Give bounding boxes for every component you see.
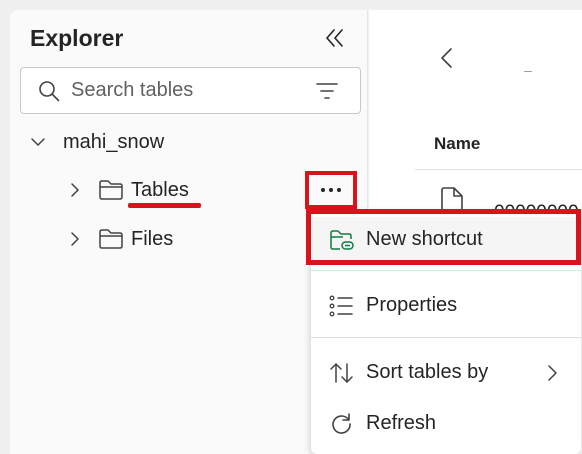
menu-item-label: Sort tables by (366, 360, 489, 383)
annotation-underline (128, 203, 201, 208)
collapse-panel-button[interactable] (323, 26, 347, 50)
context-menu: New shortcut Properties Sort tables by R… (311, 211, 581, 454)
more-options-button[interactable] (305, 171, 357, 209)
more-horizontal-icon (321, 188, 341, 192)
menu-item-refresh[interactable]: Refresh (311, 401, 581, 445)
column-header-name[interactable]: Name (434, 134, 480, 154)
folder-shortcut-icon (330, 230, 354, 250)
tree-item-label: Files (131, 227, 174, 250)
folder-icon (99, 229, 123, 249)
search-box[interactable] (20, 67, 361, 114)
chevron-right-icon (548, 365, 557, 381)
menu-item-label: Properties (366, 293, 458, 316)
tree-item-files[interactable]: Files (67, 221, 173, 257)
refresh-icon (332, 413, 351, 434)
sort-icon (330, 363, 353, 383)
breadcrumb-separator (524, 71, 532, 72)
filter-icon[interactable] (316, 81, 338, 101)
header-divider (415, 169, 582, 170)
double-chevron-left-icon (326, 29, 343, 47)
search-icon (39, 81, 60, 102)
chevron-right-icon[interactable] (67, 182, 83, 198)
menu-item-properties[interactable]: Properties (311, 283, 581, 327)
tree-item-label: Tables (131, 178, 189, 201)
menu-item-sort-tables[interactable]: Sort tables by (311, 350, 581, 394)
menu-item-label: Refresh (366, 411, 437, 434)
menu-divider (311, 337, 581, 338)
menu-item-new-shortcut[interactable]: New shortcut (311, 217, 581, 261)
lakehouse-name: mahi_snow (63, 130, 165, 153)
chevron-left-icon[interactable] (437, 46, 457, 70)
explorer-title: Explorer (30, 25, 124, 51)
search-input[interactable] (71, 68, 311, 113)
menu-divider (311, 270, 581, 271)
chevron-right-icon[interactable] (67, 231, 83, 247)
chevron-down-icon[interactable] (30, 134, 46, 150)
properties-icon (329, 295, 353, 317)
tree-item-lakehouse[interactable]: mahi_snow (30, 124, 164, 160)
menu-item-label: New shortcut (366, 227, 483, 250)
folder-icon (99, 180, 123, 200)
